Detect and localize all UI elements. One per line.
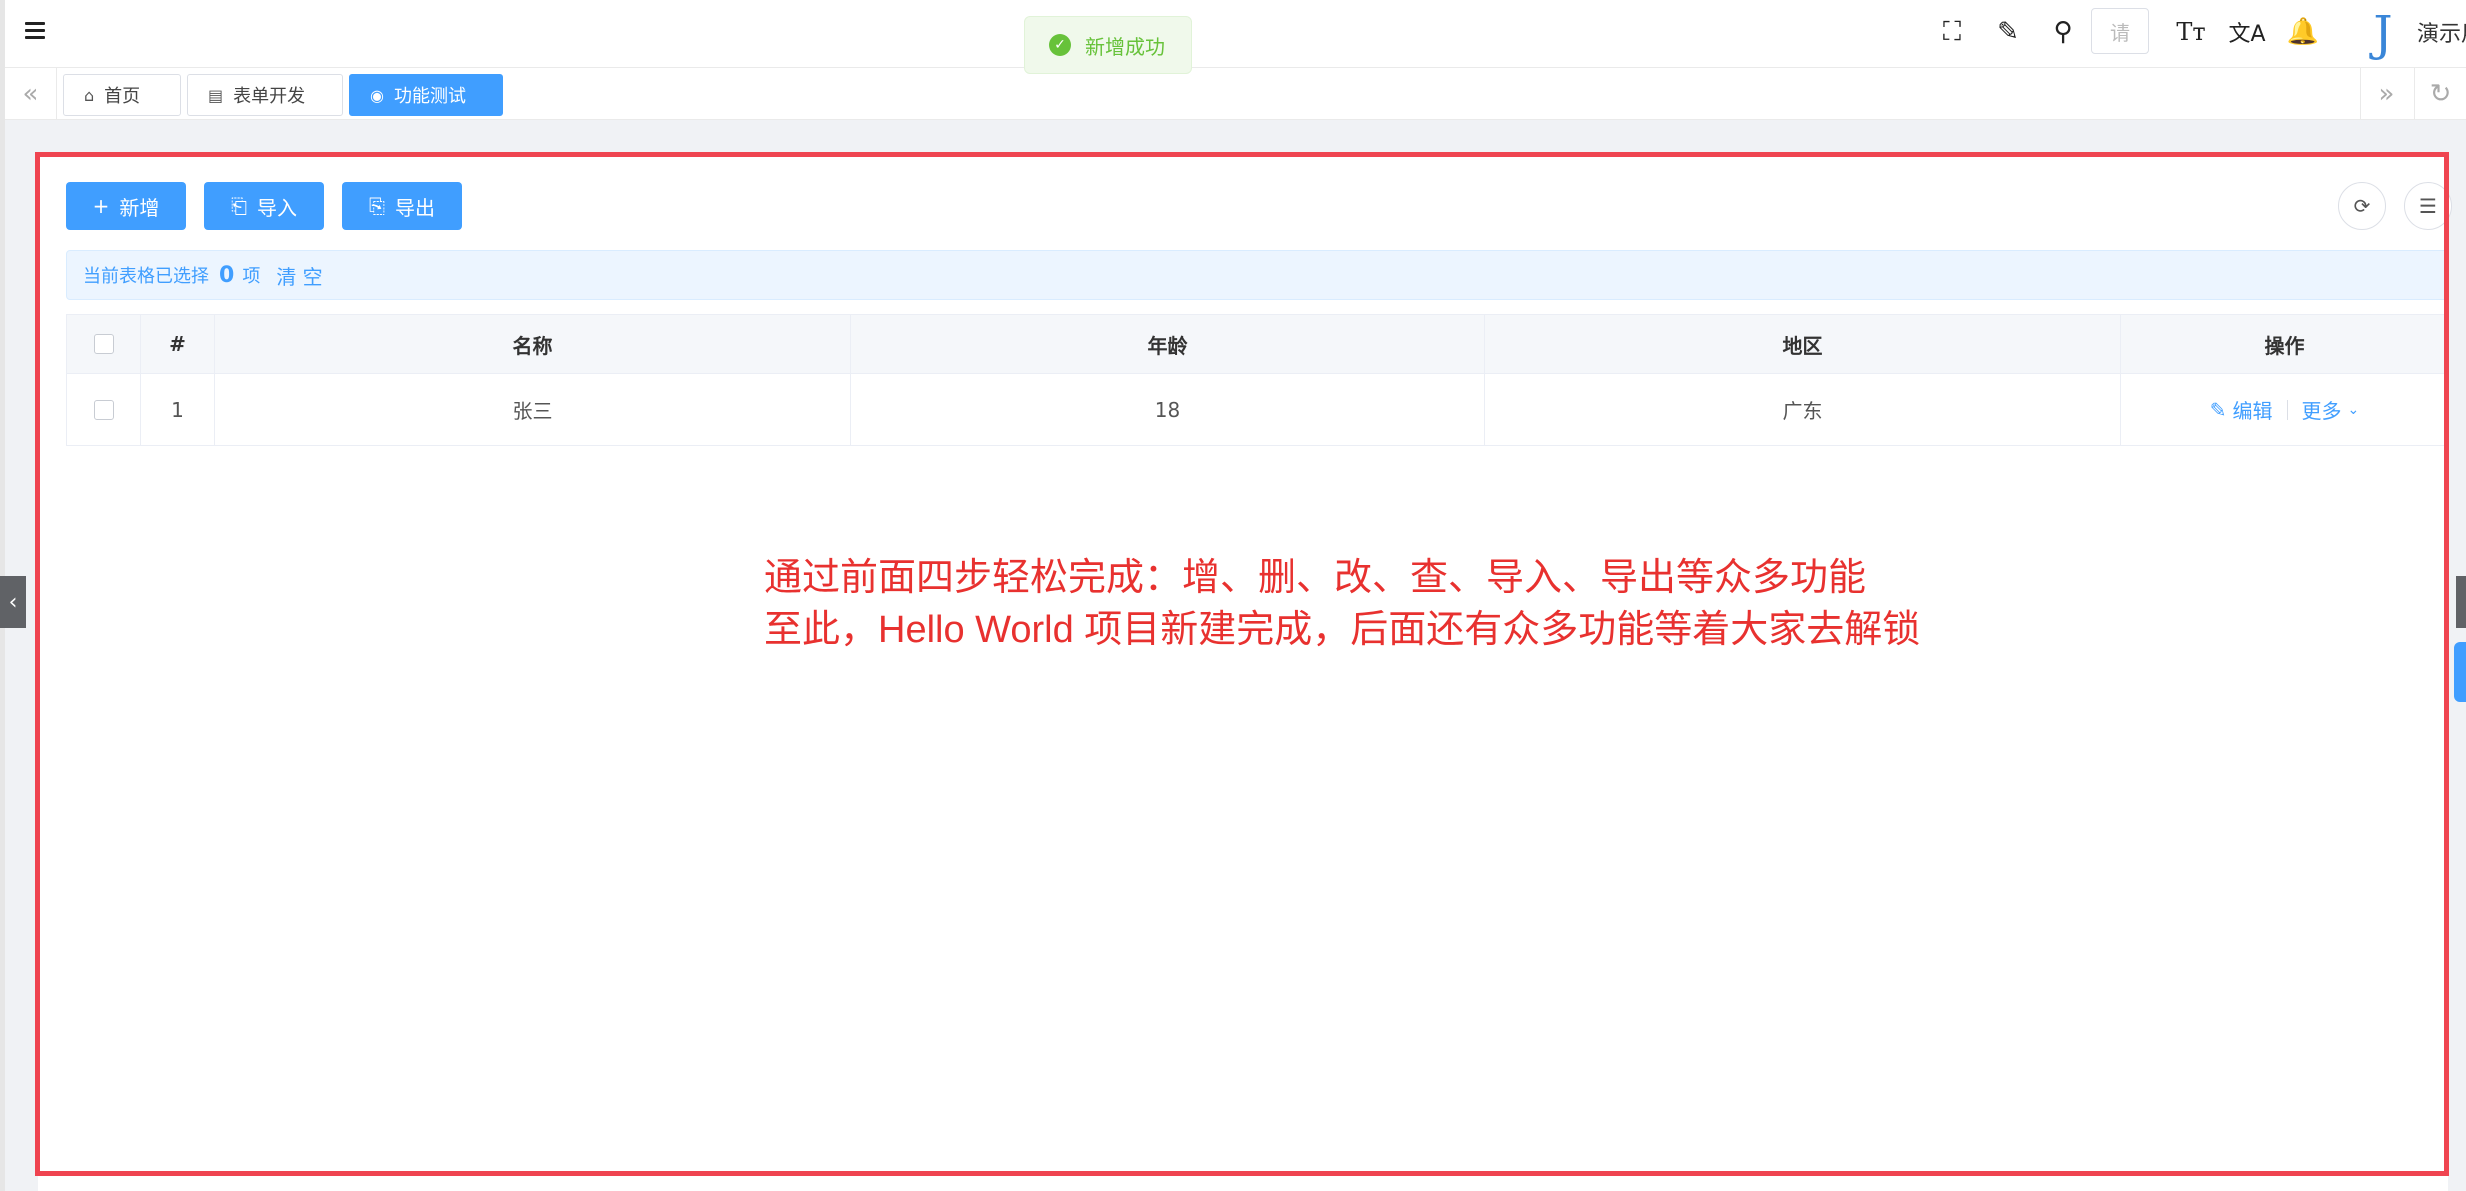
right-collapse-handle[interactable] (2456, 576, 2466, 628)
add-button-label: 新增 (119, 195, 160, 220)
menu-fold-icon[interactable] (21, 16, 51, 46)
selection-info-bar: 当前表格已选择 0 项 清 空 (66, 250, 2448, 300)
chevron-down-icon: ⌄ (2347, 401, 2360, 418)
selection-prefix: 当前表格已选择 (83, 266, 209, 287)
actions-divider (2286, 399, 2288, 420)
font-size-icon[interactable]: Tт (2171, 12, 2211, 52)
tab-form-dev[interactable]: ▤ 表单开发 (187, 74, 343, 116)
tab-label: 首页 (104, 86, 141, 107)
more-label: 更多 (2301, 399, 2342, 423)
user-name[interactable]: 演示用 (2417, 16, 2466, 48)
bell-icon[interactable]: 🔔 (2283, 12, 2323, 52)
avatar[interactable]: J (2353, 4, 2413, 64)
row-age: 18 (851, 374, 1485, 445)
tabs-bar: « ⌂ 首页 ▤ 表单开发 ◉ 功能测试 » ↻ (5, 68, 2466, 120)
import-icon: ⎗ (231, 194, 247, 218)
more-dropdown[interactable]: 更多 ⌄ (2302, 395, 2360, 424)
edit-button[interactable]: ✎ 编辑 (2210, 395, 2273, 424)
column-header-index: # (141, 315, 215, 373)
column-header-name[interactable]: 名称 (215, 315, 851, 373)
import-button[interactable]: ⎗ 导入 (204, 182, 324, 230)
tab-home[interactable]: ⌂ 首页 (63, 74, 181, 116)
refresh-tab-icon[interactable]: ↻ (2414, 68, 2466, 120)
select-all-cell (67, 315, 141, 373)
right-settings-handle[interactable] (2454, 642, 2466, 702)
export-button-label: 导出 (395, 195, 435, 220)
header-search-input[interactable]: 请 (2091, 8, 2149, 54)
selection-count: 0 (219, 262, 235, 288)
row-select-cell (67, 374, 141, 445)
fullscreen-icon[interactable]: ⛶ (1932, 12, 1972, 52)
form-icon: ▤ (208, 85, 224, 105)
annotation-line-2: 至此，Hello World 项目新建完成，后面还有众多功能等着大家去解锁 (764, 609, 1921, 651)
check-circle-icon: ✓ (1049, 34, 1071, 56)
refresh-icon[interactable]: ⟳ (2338, 182, 2386, 230)
left-collapse-handle[interactable]: ‹ (0, 576, 26, 628)
row-name: 张三 (215, 374, 851, 445)
home-icon: ⌂ (84, 85, 95, 105)
export-icon: ⎘ (369, 194, 385, 218)
table-row[interactable]: 1 张三 18 广东 ✎ 编辑 更多 ⌄ (67, 374, 2448, 446)
selection-suffix: 项 (242, 266, 261, 287)
row-index: 1 (141, 374, 215, 445)
clear-selection-link[interactable]: 清 空 (276, 261, 322, 290)
annotation-text: 通过前面四步轻松完成：增、删、改、查、导入、导出等众多功能 至此，Hello W… (764, 552, 1920, 656)
row-checkbox[interactable] (93, 399, 114, 420)
export-button[interactable]: ⎘ 导出 (342, 182, 462, 230)
plus-icon: + (92, 194, 110, 218)
row-region: 广东 (1485, 374, 2121, 445)
eye-icon: ◉ (370, 85, 384, 105)
annotation-line-1: 通过前面四步轻松完成：增、删、改、查、导入、导出等众多功能 (764, 557, 1867, 599)
toast-message: 新增成功 (1085, 34, 1165, 59)
edit-label: 编辑 (2232, 399, 2273, 423)
success-toast: ✓ 新增成功 (1024, 16, 1192, 74)
row-actions: ✎ 编辑 更多 ⌄ (2121, 374, 2448, 445)
column-header-actions: 操作 (2264, 333, 2305, 358)
tab-label: 表单开发 (233, 86, 306, 107)
clear-cache-icon[interactable]: ✎ (1988, 12, 2028, 52)
import-button-label: 导入 (257, 195, 297, 220)
edit-icon: ✎ (2209, 397, 2227, 422)
tab-function-test[interactable]: ◉ 功能测试 (349, 74, 503, 116)
tabs-scroll-right-icon[interactable]: » (2360, 68, 2412, 120)
column-header-region[interactable]: 地区 (1485, 315, 2121, 373)
crud-card (38, 156, 2448, 1191)
tab-label: 功能测试 (393, 86, 466, 107)
top-header: ⛶ ✎ ⚲ 请 Tт 文A 🔔 J 演示用 (5, 0, 2466, 68)
select-all-checkbox[interactable] (93, 334, 114, 354)
data-table: # 名称 年龄 地区 操作 1 张三 18 广东 ✎ 编辑 更多 ⌄ (66, 314, 2448, 446)
translate-icon[interactable]: 文A (2227, 12, 2267, 52)
add-button[interactable]: + 新增 (66, 182, 186, 230)
table-header: # 名称 年龄 地区 操作 (67, 314, 2448, 374)
column-header-age[interactable]: 年龄 (851, 315, 1485, 373)
tabs-scroll-left-icon[interactable]: « (5, 68, 57, 120)
search-icon[interactable]: ⚲ (2043, 12, 2083, 52)
column-settings-icon[interactable]: ☰ (2404, 182, 2452, 230)
